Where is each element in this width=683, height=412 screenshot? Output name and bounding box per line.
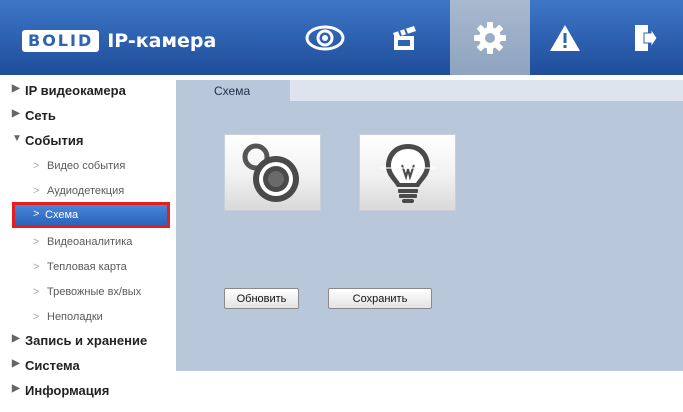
nav-logout[interactable] (605, 0, 683, 75)
sidebar-nav: ▶ IP видеокамера ▶ Сеть ▼ События > Виде… (0, 75, 170, 412)
chevron-right-icon: > (33, 261, 40, 273)
chevron-right-icon: > (33, 311, 40, 323)
main-panel: Схема Обновить Сохранить (176, 80, 683, 371)
app-title: IP-камера (107, 30, 217, 52)
gear-icon (474, 21, 506, 54)
expand-arrow-icon: ▶ (12, 333, 20, 344)
refresh-button[interactable]: Обновить (224, 288, 299, 309)
collapse-arrow-icon: ▼ (12, 133, 22, 144)
sidebar-item-label: IP видеокамера (25, 83, 126, 98)
tab-bar: Схема (176, 80, 683, 101)
save-button[interactable]: Сохранить (328, 288, 432, 309)
sidebar-subitem-label: Тепловая карта (47, 261, 127, 273)
sidebar-subitem-label: Схема (45, 209, 79, 221)
chevron-right-icon: > (33, 160, 40, 172)
sidebar-item-label: Запись и хранение (25, 333, 148, 348)
light-bulb-icon (379, 143, 436, 203)
clapperboard-icon (393, 25, 416, 50)
expand-arrow-icon: ▶ (12, 83, 20, 94)
warning-triangle-icon (550, 24, 580, 51)
expand-arrow-icon: ▶ (12, 358, 20, 369)
eye-icon (305, 25, 345, 50)
sidebar-item-label: Информация (25, 383, 110, 398)
brand-logo: BOLID IP-камера (22, 30, 216, 52)
chevron-right-icon: > (33, 236, 40, 248)
chevron-right-icon: > (33, 208, 40, 220)
sidebar-subitem-label: Видео события (47, 160, 126, 172)
sidebar-subitem-label: Неполадки (47, 311, 103, 323)
nav-settings[interactable] (450, 0, 530, 75)
camera-lens-icon (242, 143, 299, 202)
tab-scheme[interactable]: Схема (176, 80, 290, 101)
sidebar-subitem-label: Видеоаналитика (47, 236, 133, 248)
nav-live-view[interactable] (285, 0, 365, 75)
sidebar-item-label: Сеть (25, 108, 56, 123)
camera-scheme-tile[interactable] (224, 134, 321, 211)
light-scheme-tile[interactable] (359, 134, 456, 211)
nav-playback[interactable] (365, 0, 445, 75)
sidebar-item-label: События (25, 133, 84, 148)
top-header: BOLID IP-камера (0, 0, 683, 75)
sidebar-subitem-label: Аудиодетекция (47, 185, 125, 197)
sidebar-subitem-label: Тревожные вх/вых (47, 286, 142, 298)
sidebar-item-label: Система (25, 358, 80, 373)
nav-alarm[interactable] (525, 0, 605, 75)
chevron-right-icon: > (33, 185, 40, 197)
expand-arrow-icon: ▶ (12, 108, 20, 119)
expand-arrow-icon: ▶ (12, 383, 20, 394)
bolid-logo-mark: BOLID (22, 30, 100, 52)
exit-door-icon (635, 24, 658, 51)
sidebar-subitem-scheme[interactable]: > Схема (12, 202, 170, 228)
tab-label: Схема (214, 84, 251, 98)
chevron-right-icon: > (33, 286, 40, 298)
